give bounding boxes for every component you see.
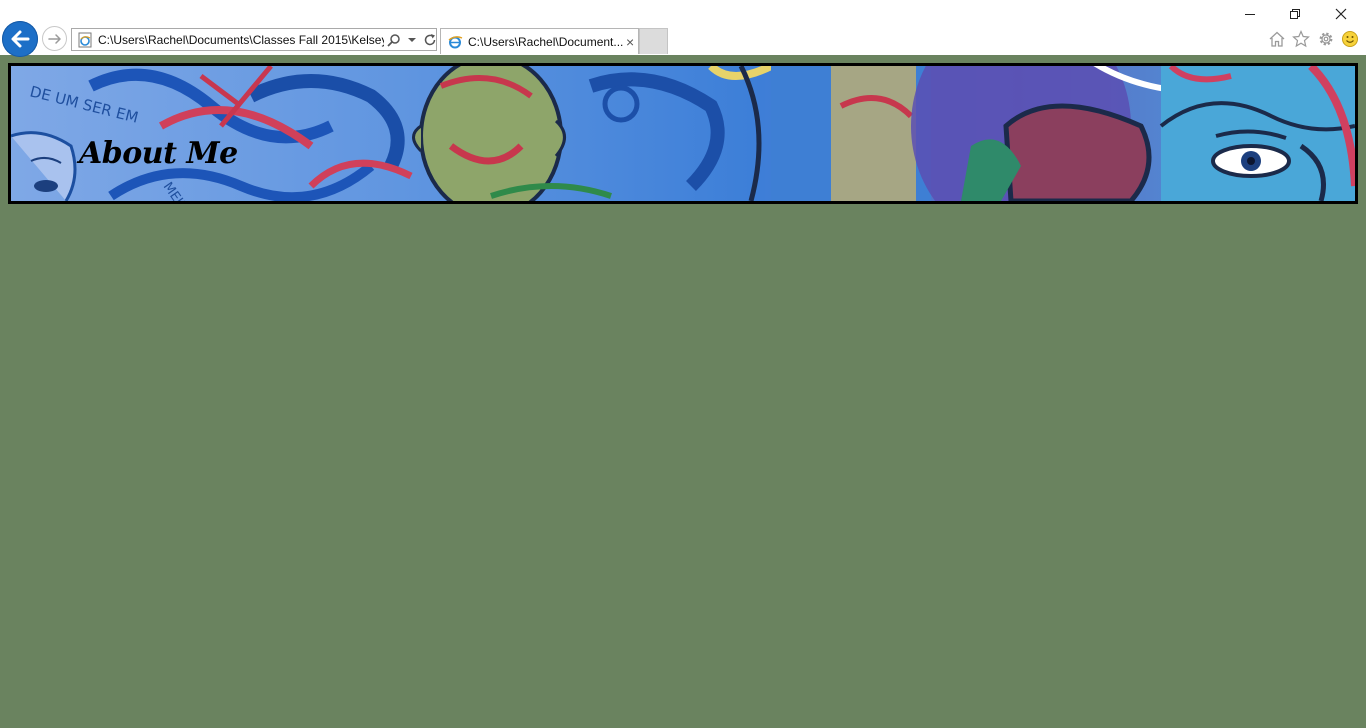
page-title: About Me: [79, 136, 238, 171]
refresh-icon: [424, 33, 436, 45]
search-button[interactable]: [386, 32, 402, 48]
smiley-feedback-icon: [1342, 31, 1358, 47]
mural-banner-image: DE UM SER EM MEIR: [11, 66, 1355, 201]
browser-chrome: C:\Users\Rachel\Documents\Classes Fall 2…: [0, 0, 1366, 57]
home-icon: [1269, 31, 1285, 47]
close-window-button[interactable]: [1326, 4, 1356, 24]
search-icon: [387, 33, 400, 47]
restore-icon: [1290, 9, 1300, 19]
minimize-icon: [1245, 14, 1255, 15]
feedback-button[interactable]: [1340, 29, 1360, 49]
new-tab-button[interactable]: [639, 28, 668, 54]
restore-button[interactable]: [1280, 4, 1310, 24]
address-url[interactable]: C:\Users\Rachel\Documents\Classes Fall 2…: [98, 33, 384, 47]
ie-page-icon: [448, 35, 463, 48]
tab-title: C:\Users\Rachel\Document...: [468, 34, 623, 49]
back-button[interactable]: [2, 21, 38, 57]
minimize-button[interactable]: [1235, 4, 1265, 24]
ie-page-icon: [78, 32, 92, 47]
home-button[interactable]: [1267, 29, 1287, 49]
settings-button[interactable]: [1316, 29, 1336, 49]
close-icon: [1335, 8, 1347, 20]
dropdown-icon: [408, 37, 416, 42]
forward-button[interactable]: [42, 26, 67, 51]
browser-tab-active[interactable]: C:\Users\Rachel\Document... ×: [440, 28, 639, 54]
favorites-button[interactable]: [1291, 29, 1311, 49]
tab-close-button[interactable]: ×: [626, 35, 634, 49]
back-arrow-icon: [11, 30, 30, 48]
refresh-button[interactable]: [422, 32, 438, 48]
address-bar[interactable]: C:\Users\Rachel\Documents\Classes Fall 2…: [71, 28, 437, 51]
settings-gear-icon: [1319, 32, 1333, 46]
header-banner: DE UM SER EM MEIR About Me: [8, 63, 1358, 204]
favorites-star-icon: [1292, 30, 1310, 48]
forward-arrow-icon: [47, 33, 61, 44]
address-dropdown-button[interactable]: [404, 32, 420, 48]
